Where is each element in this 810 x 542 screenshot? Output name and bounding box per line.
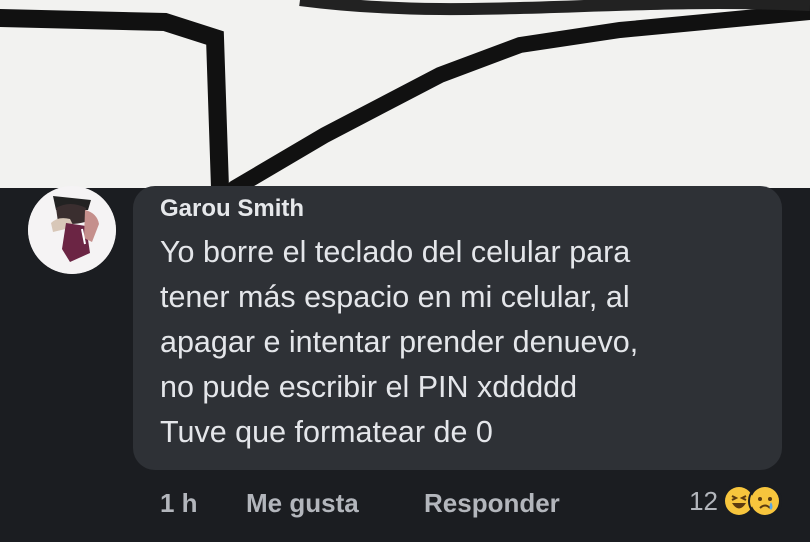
reply-button[interactable]: Responder (424, 488, 560, 519)
comment-author[interactable]: Garou Smith (160, 195, 304, 223)
meme-image (0, 0, 810, 188)
like-button[interactable]: Me gusta (246, 488, 424, 519)
reaction-summary[interactable]: 12 (689, 481, 782, 521)
comment-actions: 1 h Me gusta Responder (160, 483, 560, 523)
comment-text: Yo borre el teclado del celular para ten… (160, 235, 639, 449)
avatar[interactable] (28, 186, 116, 274)
sad-emoji-icon (748, 484, 782, 518)
comment-timestamp[interactable]: 1 h (160, 488, 246, 519)
reaction-count: 12 (689, 485, 718, 516)
